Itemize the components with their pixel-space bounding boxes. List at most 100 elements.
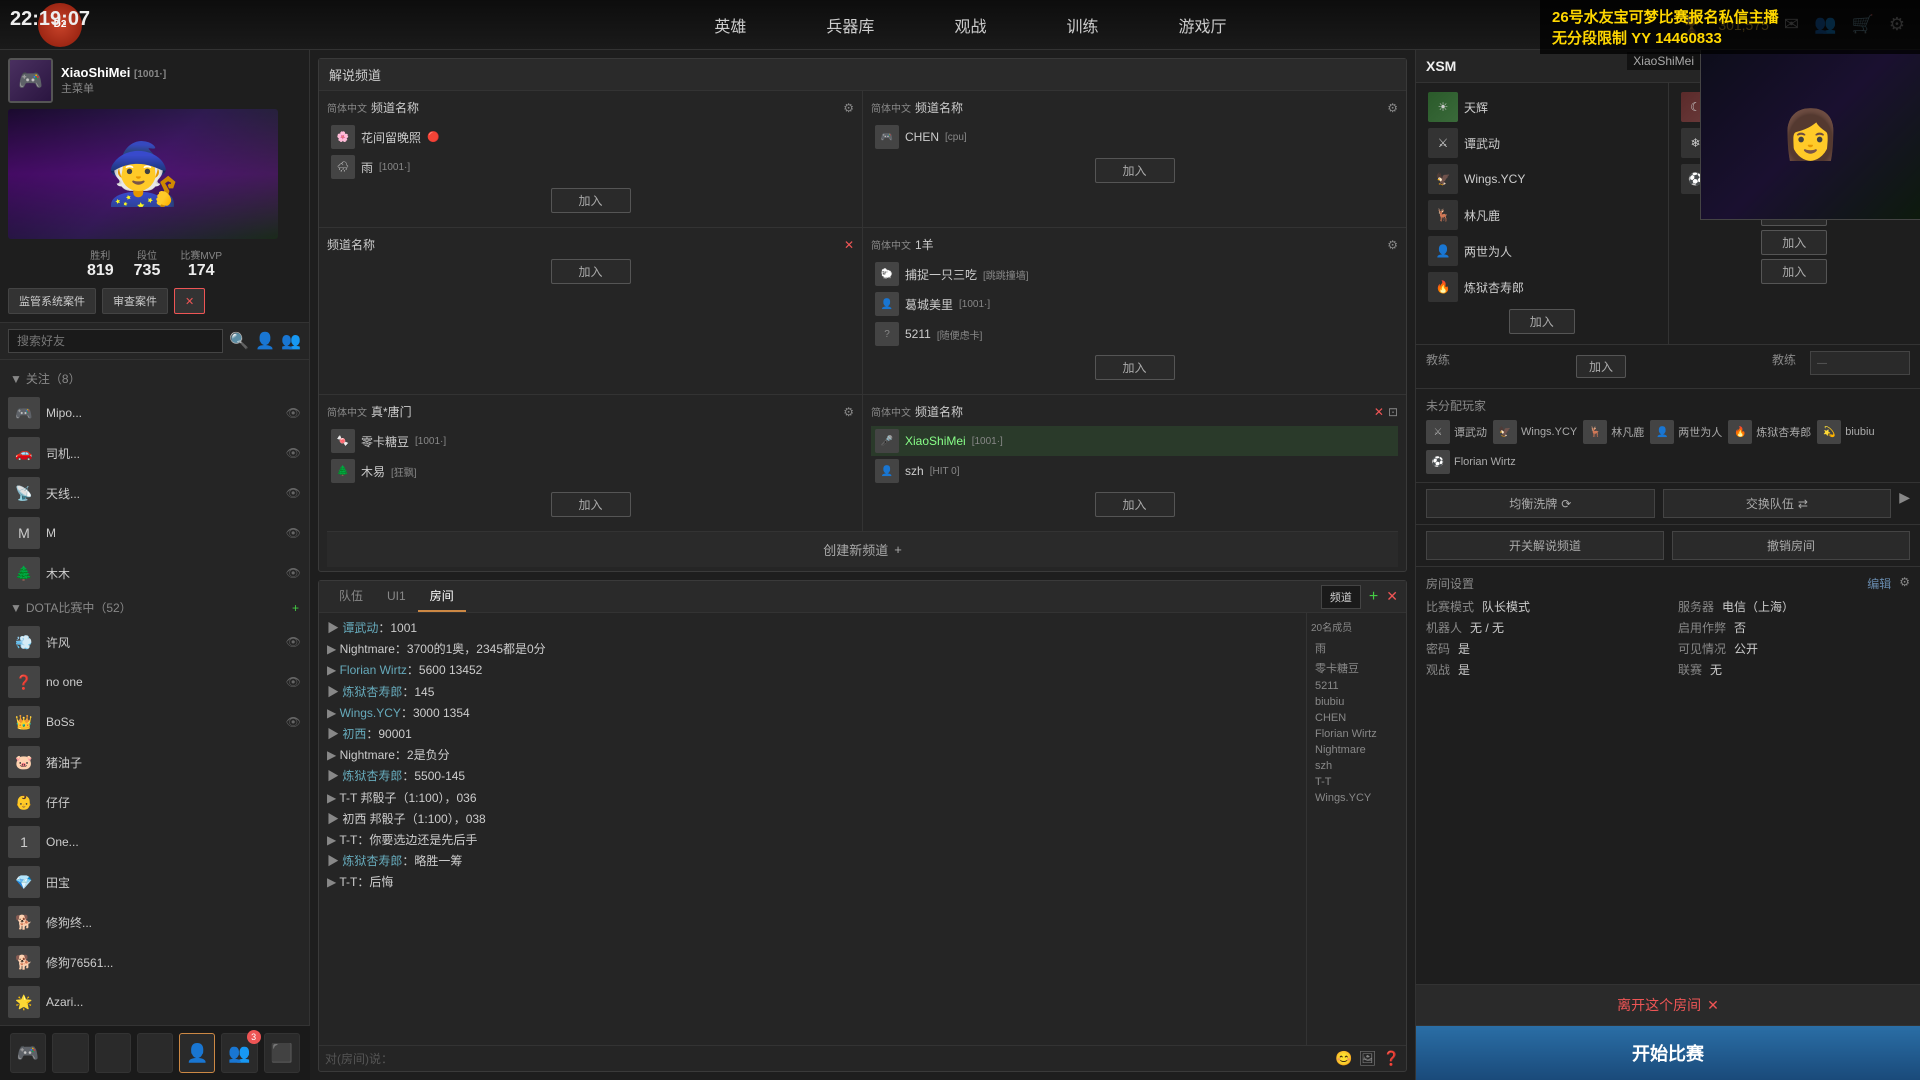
tab-team[interactable]: 队伍 xyxy=(327,581,375,612)
eye-icon[interactable]: 👁 xyxy=(286,526,301,540)
emoji-icon[interactable]: 😊 xyxy=(1335,1050,1352,1067)
friend-noone[interactable]: ❓ no one 👁 xyxy=(0,662,309,702)
channel-1-user-2[interactable]: 🌧 雨 [1001·] xyxy=(327,152,854,182)
bottom-icon-2[interactable] xyxy=(52,1033,88,1073)
nav-heroes[interactable]: 英雄 xyxy=(704,8,756,42)
chat-message: ▶ 炼狱杏寿郎：5500-145 xyxy=(327,767,1298,786)
review-btn[interactable]: 审查案件 xyxy=(102,288,168,314)
channel-2-join[interactable]: 加入 xyxy=(1095,158,1175,183)
channel-3-join[interactable]: 加入 xyxy=(551,259,631,284)
main-panel: 解说频道 简体中文 频道名称 ⚙ 🌸 花间留晚照 🔴 🌧 雨 [1001·] xyxy=(310,50,1415,1080)
channel-2-user-1[interactable]: 🎮 CHEN [cpu] xyxy=(871,122,1398,152)
edit-label[interactable]: 编辑 xyxy=(1867,575,1891,592)
channel-5-user-1[interactable]: 🍬 零卡糖豆 [1001·] xyxy=(327,426,854,456)
image-icon[interactable]: 🖼 xyxy=(1359,1050,1377,1067)
bottom-icon-1[interactable]: 🎮 xyxy=(10,1033,46,1073)
eye-icon[interactable]: 👁 xyxy=(286,675,301,689)
dire-join-btn-3[interactable]: 加入 xyxy=(1761,259,1827,284)
coach-join-btn[interactable]: 加入 xyxy=(1576,355,1626,378)
radiant-join-btn[interactable]: 加入 xyxy=(1509,309,1575,334)
nav-arcade[interactable]: 游戏厅 xyxy=(1168,8,1236,42)
friend-mipo[interactable]: 🎮 Mipo... 👁 xyxy=(0,393,309,433)
channel-1-user-1[interactable]: 🌸 花间留晚照 🔴 xyxy=(327,122,854,152)
group-icon[interactable]: 👥 xyxy=(281,331,301,351)
tab-room[interactable]: 房间 xyxy=(418,581,466,612)
channel-6-join[interactable]: 加入 xyxy=(1095,492,1175,517)
open-channel-btn[interactable]: 开关解说频道 xyxy=(1426,531,1664,560)
channel-2-settings[interactable]: ⚙ xyxy=(1387,101,1398,115)
friend-zhuyouzi[interactable]: 🐷 猪油子 xyxy=(0,742,309,782)
channel-3-close[interactable]: ✕ xyxy=(844,238,854,252)
search-icon[interactable]: 🔍 xyxy=(229,331,249,351)
tab-ui1[interactable]: UI1 xyxy=(375,583,418,611)
channel-4-settings[interactable]: ⚙ xyxy=(1387,238,1398,252)
chat-close-btn[interactable]: ✕ xyxy=(1386,588,1398,605)
start-match-btn[interactable]: 开始比赛 xyxy=(1416,1026,1920,1080)
eye-icon[interactable]: 👁 xyxy=(286,486,301,500)
channel-4-user-2[interactable]: 👤 葛城美里 [1001·] xyxy=(871,289,1398,319)
friend-m[interactable]: M M 👁 xyxy=(0,513,309,553)
channel-6-user-2[interactable]: 👤 szh [HIT 0] xyxy=(871,456,1398,486)
nav-armory[interactable]: 兵器库 xyxy=(816,8,884,42)
channel-4-user-1[interactable]: 🐑 捕捉一只三吃 [跳跳撞墙] xyxy=(871,259,1398,289)
chat-add-btn[interactable]: + xyxy=(1369,588,1378,606)
channel-6-settings[interactable]: ⊡ xyxy=(1388,405,1398,419)
exchange-btn[interactable]: 交换队伍 ⇄ xyxy=(1663,489,1892,518)
friend-tianxian[interactable]: 📡 天线... 👁 xyxy=(0,473,309,513)
friend-azari[interactable]: 🌟 Azari... xyxy=(0,982,309,1022)
radiant-slot-3[interactable]: 🦌 林凡鹿 xyxy=(1424,197,1660,233)
freq-btn[interactable]: 频道 xyxy=(1321,585,1361,609)
add-friend-icon[interactable]: 👤 xyxy=(255,331,275,351)
radiant-slot-2[interactable]: 🦅 Wings.YCY xyxy=(1424,161,1660,197)
settings-edit-icon[interactable]: ⚙ xyxy=(1899,575,1910,592)
supervise-btn[interactable]: 监管系统案件 xyxy=(8,288,96,314)
avatar[interactable]: 🎮 xyxy=(8,58,53,103)
eye-icon[interactable]: 👁 xyxy=(286,566,301,580)
help-icon[interactable]: ❓ xyxy=(1383,1050,1400,1067)
following-header[interactable]: ▼ 关注（8） xyxy=(0,364,309,393)
chat-input[interactable] xyxy=(325,1052,1329,1066)
friend-mumu[interactable]: 🌲 木木 👁 xyxy=(0,553,309,593)
nav-training[interactable]: 训练 xyxy=(1056,8,1108,42)
channel-5-user-2[interactable]: 🌲 木易 [狂飘] xyxy=(327,456,854,486)
channel-4-join[interactable]: 加入 xyxy=(1095,355,1175,380)
expand-icon[interactable]: ▶ xyxy=(1899,489,1910,518)
add-icon[interactable]: + xyxy=(292,601,299,615)
friend-xiugou2[interactable]: 🐕 修狗76561... xyxy=(0,942,309,982)
bottom-icon-3[interactable] xyxy=(95,1033,131,1073)
nav-watch[interactable]: 观战 xyxy=(944,8,996,42)
friend-boss[interactable]: 👑 BoSs 👁 xyxy=(0,702,309,742)
friend-xufeng[interactable]: 💨 许风 👁 xyxy=(0,622,309,662)
create-channel-btn[interactable]: 创建新频道 + xyxy=(327,531,1398,567)
search-input[interactable] xyxy=(8,329,223,353)
radiant-slot-5[interactable]: 🔥 炼狱杏寿郎 xyxy=(1424,269,1660,305)
dota-room-header[interactable]: ▼ DOTA比赛中（52） + xyxy=(0,593,309,622)
eye-icon[interactable]: 👁 xyxy=(286,446,301,460)
radiant-slot-1[interactable]: ⚔ 谭武动 xyxy=(1424,125,1660,161)
channel-1-settings[interactable]: ⚙ xyxy=(843,101,854,115)
leave-room-btn[interactable]: 离开这个房间 ✕ xyxy=(1416,985,1920,1026)
channel-5-settings[interactable]: ⚙ xyxy=(843,405,854,419)
channel-6-close[interactable]: ✕ xyxy=(1374,405,1384,419)
bottom-icon-group[interactable]: ⬛ xyxy=(264,1033,300,1073)
friend-one[interactable]: 1 One... xyxy=(0,822,309,862)
eye-icon[interactable]: 👁 xyxy=(286,406,301,420)
friend-driver[interactable]: 🚗 司机... 👁 xyxy=(0,433,309,473)
friend-zaizai[interactable]: 👶 仔仔 xyxy=(0,782,309,822)
bottom-icon-badge[interactable]: 👥 3 xyxy=(221,1033,257,1073)
friend-tianbao[interactable]: 💎 田宝 xyxy=(0,862,309,902)
dire-join-btn-2[interactable]: 加入 xyxy=(1761,230,1827,255)
channel-6-user-1[interactable]: 🎤 XiaoShiMei [1001·] xyxy=(871,426,1398,456)
friend-xiugou[interactable]: 🐕 修狗终... xyxy=(0,902,309,942)
channel-5-join[interactable]: 加入 xyxy=(551,492,631,517)
balance-btn[interactable]: 均衡洗牌 ⟳ xyxy=(1426,489,1655,518)
radiant-slot-4[interactable]: 👤 两世为人 xyxy=(1424,233,1660,269)
eye-icon[interactable]: 👁 xyxy=(286,715,301,729)
close-profile-btn[interactable]: ✕ xyxy=(174,288,205,314)
eye-icon[interactable]: 👁 xyxy=(286,635,301,649)
bottom-icon-4[interactable] xyxy=(137,1033,173,1073)
channel-1-join[interactable]: 加入 xyxy=(551,188,631,213)
bottom-icon-5[interactable]: 👤 xyxy=(179,1033,215,1073)
cancel-room-btn[interactable]: 撤销房间 xyxy=(1672,531,1910,560)
channel-4-user-3[interactable]: ? 5211 [随便虑卡] xyxy=(871,319,1398,349)
